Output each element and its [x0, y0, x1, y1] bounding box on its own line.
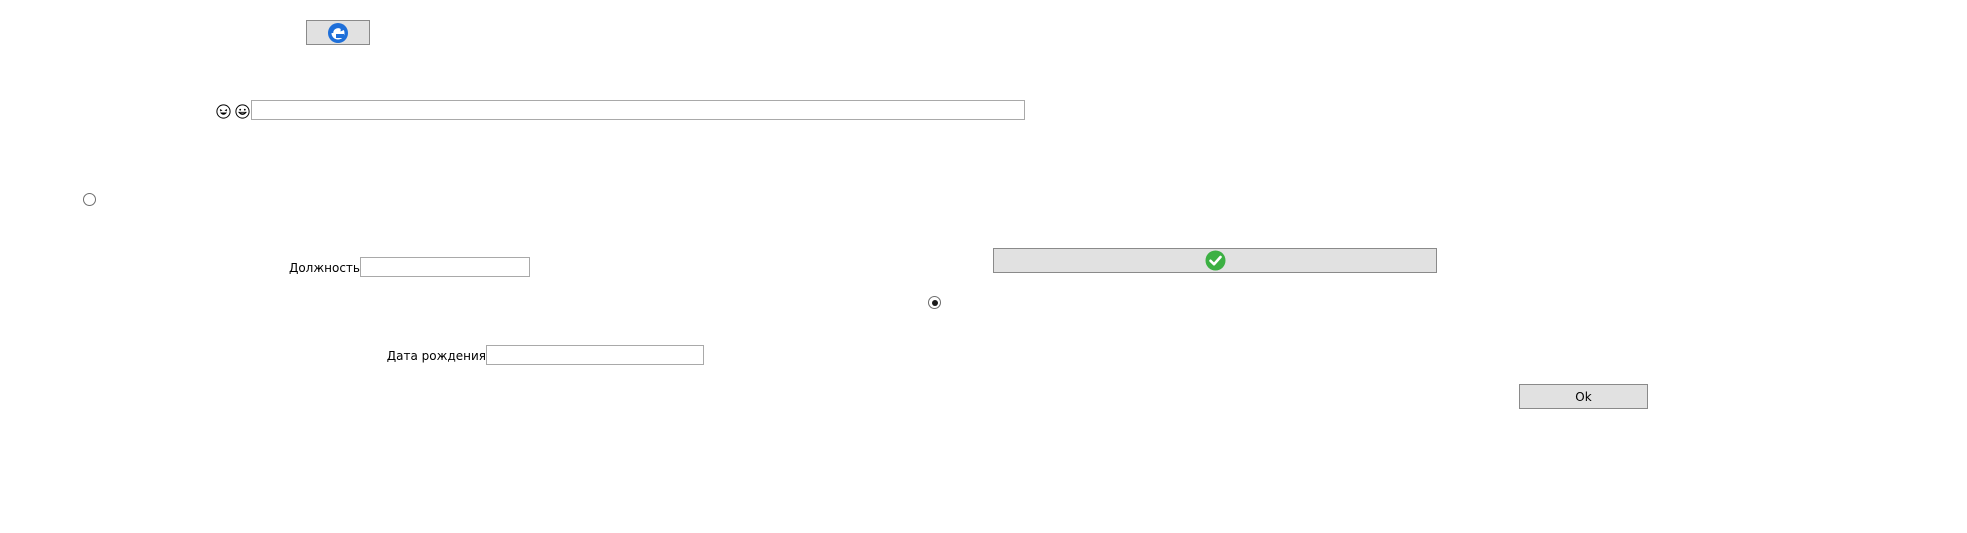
position-field[interactable]	[360, 257, 530, 277]
refresh-button[interactable]	[306, 20, 370, 45]
refresh-icon	[327, 22, 349, 44]
ok-button[interactable]: Ok	[1519, 384, 1648, 409]
radio-option-right[interactable]	[928, 296, 941, 309]
position-label: Должность	[288, 261, 360, 275]
check-circle-icon	[1205, 250, 1226, 271]
radio-selected-dot	[931, 299, 938, 306]
confirm-button[interactable]	[993, 248, 1437, 273]
ok-button-label: Ok	[1575, 389, 1592, 404]
grinning-face-icon	[235, 104, 250, 119]
birthdate-field[interactable]	[486, 345, 704, 365]
birthdate-label: Дата рождения	[386, 349, 486, 363]
wide-text-field[interactable]	[251, 100, 1025, 120]
laughing-face-icon	[216, 104, 231, 119]
radio-option-left[interactable]	[83, 193, 96, 206]
